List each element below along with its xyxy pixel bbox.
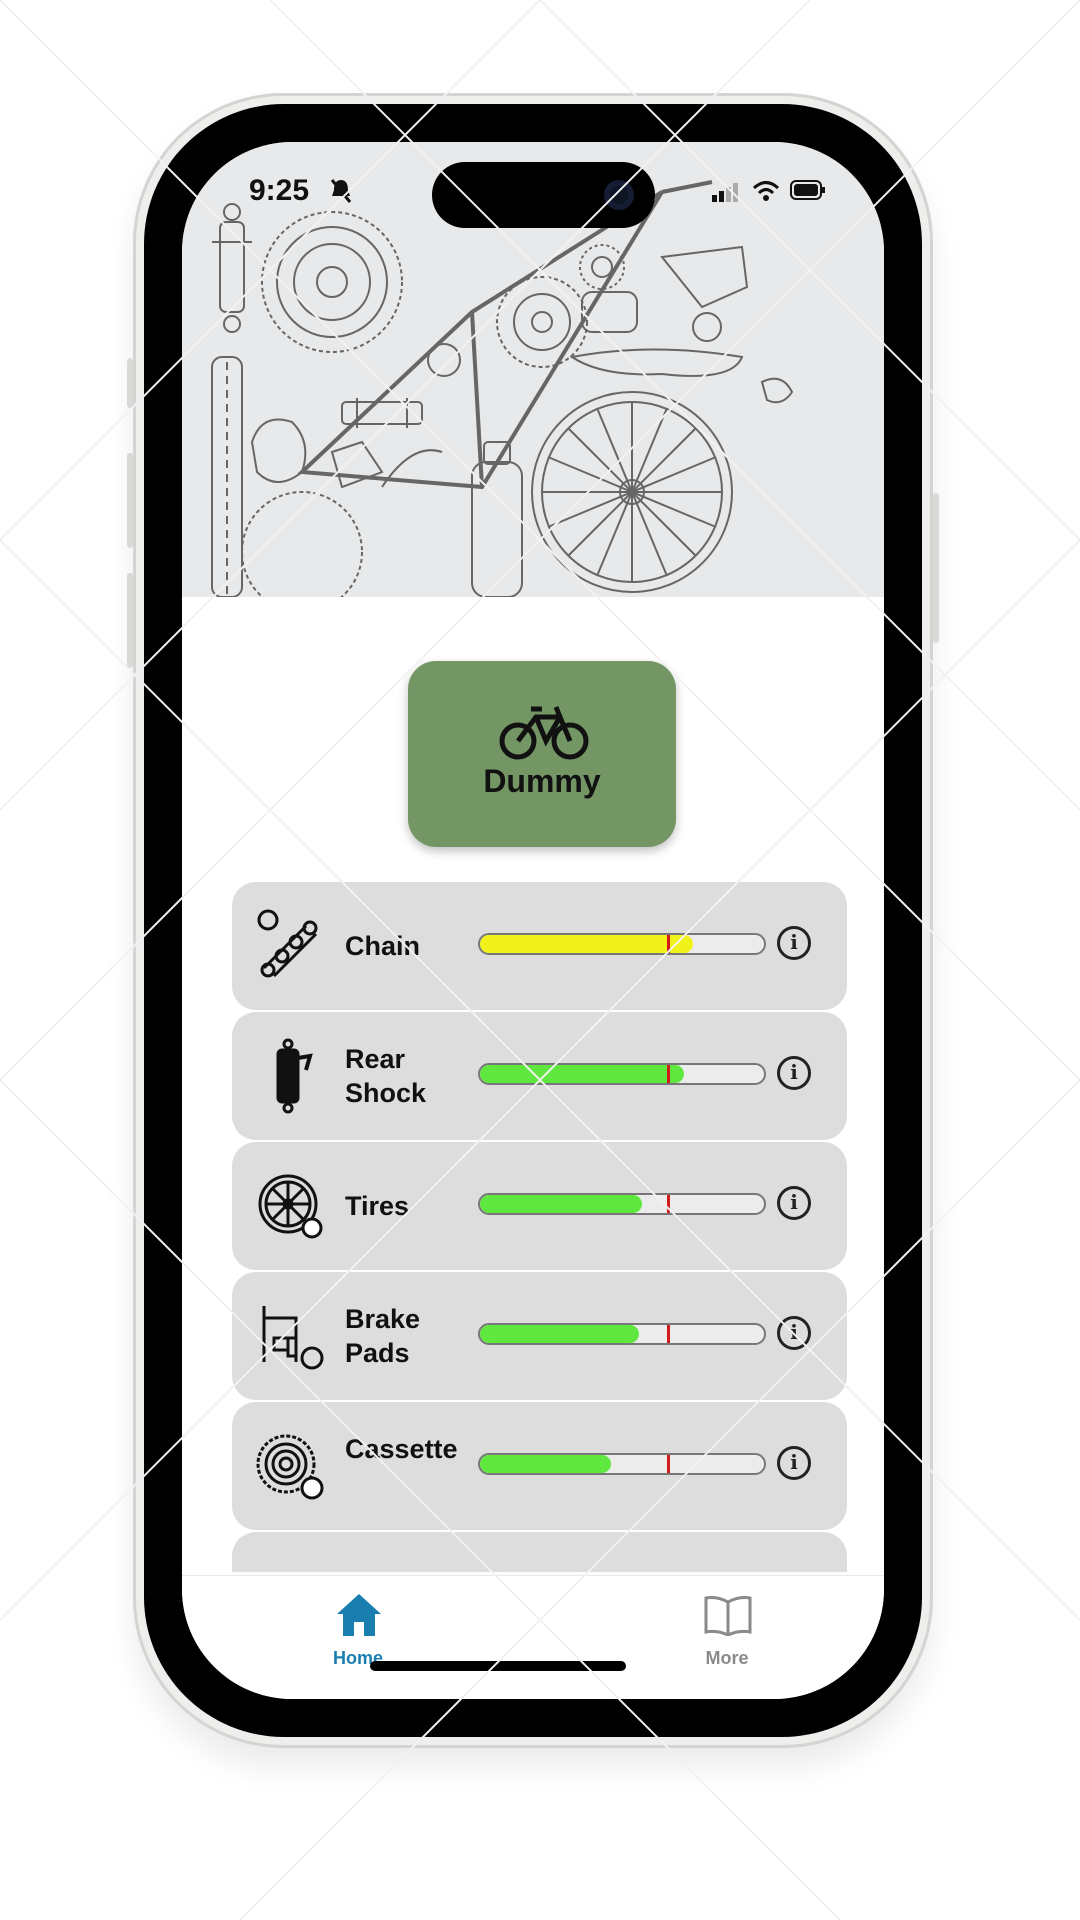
- bike-parts-illustration: 9:25: [182, 142, 884, 597]
- bike-name: Dummy: [483, 763, 601, 799]
- wear-threshold-marker: [667, 1325, 671, 1343]
- component-label: Brake Pads: [345, 1304, 421, 1368]
- wear-progress-fill: [480, 1195, 642, 1213]
- power-button: [933, 493, 939, 643]
- wear-threshold-marker: [667, 935, 671, 953]
- rear-shock-icon: [276, 1038, 313, 1114]
- info-button[interactable]: i: [777, 926, 811, 960]
- book-icon: [704, 1596, 752, 1636]
- mute-bell-icon: [330, 178, 352, 209]
- status-time: 9:25: [249, 174, 310, 207]
- wear-progress-fill: [480, 1455, 611, 1473]
- wear-progress-bar: [478, 1323, 766, 1345]
- info-icon: i: [790, 1190, 798, 1214]
- brake-pads-icon: [262, 1306, 324, 1370]
- wear-progress-bar: [478, 1453, 766, 1475]
- component-label: Tires: [345, 1191, 410, 1221]
- tab-bar: Home More: [182, 1575, 884, 1699]
- info-icon: i: [790, 1060, 798, 1084]
- volume-down-button: [127, 573, 133, 668]
- wifi-icon: [752, 180, 780, 207]
- bicycle-icon: [499, 706, 589, 760]
- wear-progress-fill: [480, 935, 693, 953]
- cassette-icon: [256, 1434, 324, 1500]
- list-item-rear-shock[interactable]: Rear Shock i: [232, 1012, 847, 1140]
- wear-progress-bar: [478, 1193, 766, 1215]
- info-button[interactable]: i: [777, 1446, 811, 1480]
- tab-label: More: [705, 1648, 749, 1668]
- info-icon: i: [790, 930, 798, 954]
- wear-progress-bar: [478, 1063, 766, 1085]
- home-icon: [337, 1594, 381, 1636]
- component-label: Chain: [345, 931, 421, 961]
- info-button[interactable]: i: [777, 1316, 811, 1350]
- signal-icon: [712, 182, 738, 207]
- list-item-cassette[interactable]: Cassette i: [232, 1402, 847, 1530]
- component-list[interactable]: Chain i Rear Shock i Tires i Brake Pads …: [232, 882, 847, 1572]
- bezel: 9:25 Dummy Chain i Rear Shock i Tires i …: [144, 104, 922, 1737]
- list-item-chain[interactable]: Chain i: [232, 882, 847, 1010]
- battery-icon: [790, 180, 826, 205]
- phone-frame: 9:25 Dummy Chain i Rear Shock i Tires i …: [127, 93, 939, 1748]
- tab-more[interactable]: More: [667, 1586, 787, 1676]
- list-item-brake-pads[interactable]: Brake Pads i: [232, 1272, 847, 1400]
- component-label: Cassette: [345, 1434, 458, 1464]
- info-icon: i: [790, 1450, 798, 1474]
- volume-up-button: [127, 453, 133, 548]
- tire-icon: [258, 1174, 323, 1239]
- wear-progress-fill: [480, 1065, 685, 1083]
- info-button[interactable]: i: [777, 1056, 811, 1090]
- wear-threshold-marker: [667, 1455, 671, 1473]
- chain-icon: [257, 909, 318, 978]
- list-item-tires[interactable]: Tires i: [232, 1142, 847, 1270]
- wear-threshold-marker: [667, 1065, 671, 1083]
- bike-selector-card[interactable]: Dummy: [408, 661, 676, 847]
- component-label: Rear Shock: [345, 1044, 427, 1108]
- screen: 9:25 Dummy Chain i Rear Shock i Tires i …: [182, 142, 884, 1699]
- wear-progress-bar: [478, 933, 766, 955]
- list-item-partial[interactable]: [232, 1532, 847, 1572]
- mute-switch: [127, 358, 133, 408]
- camera-icon: [604, 180, 634, 210]
- dynamic-island: [432, 162, 655, 228]
- wear-threshold-marker: [667, 1195, 671, 1213]
- info-button[interactable]: i: [777, 1186, 811, 1220]
- info-icon: i: [790, 1320, 798, 1344]
- home-indicator: [370, 1661, 626, 1671]
- status-bar: 9:25: [182, 142, 884, 228]
- wear-progress-fill: [480, 1325, 640, 1343]
